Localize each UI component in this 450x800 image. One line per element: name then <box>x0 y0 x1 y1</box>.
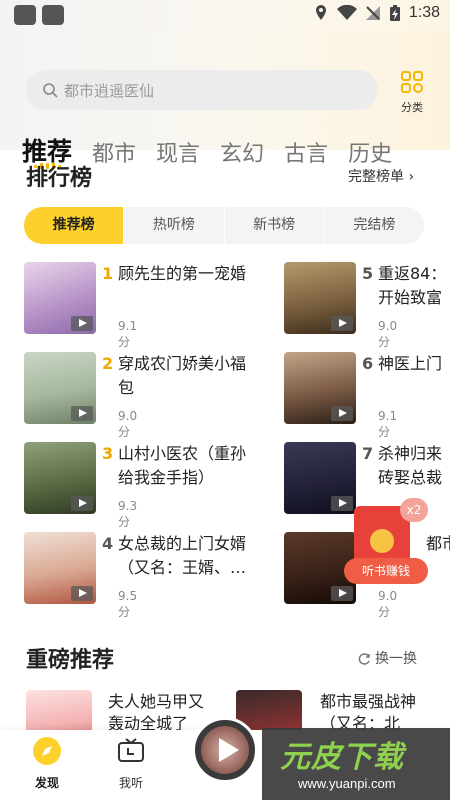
play-icon <box>331 406 353 421</box>
book-title: 女总裁的上门女婿 <box>118 534 247 553</box>
play-icon <box>71 316 93 331</box>
watermark-url: www.yuanpi.com <box>298 776 396 791</box>
book-score: 9.0分 <box>378 589 398 619</box>
nav-discover[interactable]: 发现 <box>22 736 72 791</box>
play-icon <box>71 406 93 421</box>
header: 都市逍遥医仙 分类 推荐 都市 现言 玄幻 古言 历史 <box>0 32 450 169</box>
book-cover <box>24 442 96 514</box>
book-title-line2: （又名：王婿、… <box>118 558 247 577</box>
no-signal-icon <box>365 6 380 20</box>
compass-icon <box>33 737 61 765</box>
book-title: 重返84： <box>378 264 447 283</box>
full-ranking-link[interactable]: 完整榜单 › <box>348 166 414 186</box>
book-title-line2: 砖娶总裁 <box>378 468 443 487</box>
refresh-label: 换一换 <box>375 651 417 667</box>
nav-discover-label: 发现 <box>34 776 59 790</box>
rank-number: 1 <box>102 264 114 283</box>
book-score: 9.0分 <box>118 409 138 439</box>
nav-my-listen[interactable]: 我听 <box>106 736 156 791</box>
book-title-line2: 给我金手指） <box>118 468 215 487</box>
play-icon <box>71 496 93 511</box>
notification-icon <box>42 5 64 25</box>
location-icon <box>315 5 326 20</box>
featured-title: 重磅推荐 <box>26 648 115 673</box>
refresh-button[interactable]: 换一换 <box>358 648 417 668</box>
play-icon <box>71 586 93 601</box>
category-label: 分类 <box>401 101 423 114</box>
rank-number: 4 <box>102 534 114 553</box>
watermark: 元皮下载 www.yuanpi.com <box>262 728 450 800</box>
ranking-tabs: 推荐榜 热听榜 新书榜 完结榜 <box>24 207 424 244</box>
book-title-line2: 开始致富 <box>378 288 443 307</box>
book-cover <box>284 262 356 334</box>
search-bar[interactable]: 都市逍遥医仙 <box>26 70 378 110</box>
book-title: 山村小医农（重孙 <box>118 444 247 463</box>
status-bar: 1:38 <box>0 0 450 32</box>
book-score: 9.1分 <box>118 319 138 349</box>
rank-number: 7 <box>362 444 374 463</box>
multiplier-badge: x2 <box>400 498 428 522</box>
ranking-title: 排行榜 <box>26 166 93 191</box>
mini-player[interactable] <box>192 717 258 783</box>
nav-my-listen-label: 我听 <box>118 776 143 790</box>
red-packet-float[interactable]: x2 听书赚钱 <box>340 498 432 588</box>
watermark-brand: 元皮下载 <box>280 740 404 775</box>
tv-icon <box>118 738 144 762</box>
tab-romance[interactable]: 现言 <box>156 136 200 168</box>
book-title: 都市最强战神 <box>320 692 417 711</box>
book-score: 9.3分 <box>118 499 138 529</box>
wifi-icon <box>336 5 357 20</box>
tab-fantasy[interactable]: 玄幻 <box>220 136 264 168</box>
tab-new-rank[interactable]: 新书榜 <box>225 207 325 244</box>
rank-number: 5 <box>362 264 374 283</box>
book-cover <box>24 352 96 424</box>
tab-urban[interactable]: 都市 <box>92 136 136 168</box>
earn-label: 听书赚钱 <box>344 558 428 584</box>
book-title-line2: 包 <box>118 378 135 397</box>
rank-number: 6 <box>362 354 374 373</box>
tab-recommend-rank[interactable]: 推荐榜 <box>24 207 125 244</box>
search-input[interactable]: 都市逍遥医仙 <box>64 80 154 101</box>
rank-number: 3 <box>102 444 114 463</box>
status-time: 1:38 <box>408 4 440 21</box>
rank-number: 2 <box>102 354 114 373</box>
tab-complete-rank[interactable]: 完结榜 <box>325 207 424 244</box>
book-cover <box>24 532 96 604</box>
book-score: 9.1分 <box>378 409 398 439</box>
tab-history[interactable]: 历史 <box>348 136 392 168</box>
category-button[interactable]: 分类 <box>394 70 430 115</box>
play-icon <box>219 738 239 762</box>
battery-icon <box>389 5 400 21</box>
tab-ancient[interactable]: 古言 <box>284 136 328 168</box>
tab-hot-rank[interactable]: 热听榜 <box>124 207 225 244</box>
book-title: 顾先生的第一宠婚 <box>118 264 247 283</box>
book-title: 夫人她马甲又 <box>108 692 205 711</box>
book-title: 杀神归来 <box>378 444 443 463</box>
book-score: 9.5分 <box>118 589 138 619</box>
book-score: 9.0分 <box>378 319 398 349</box>
coin-icon <box>370 529 394 553</box>
play-icon <box>331 586 353 601</box>
book-cover <box>24 262 96 334</box>
notification-icon <box>14 5 36 25</box>
grid-icon <box>401 71 423 93</box>
search-icon <box>43 83 58 98</box>
book-cover <box>284 352 356 424</box>
book-title: 穿成农门娇美小福 <box>118 354 247 373</box>
refresh-icon <box>358 652 370 665</box>
book-title: 神医上门 <box>378 354 443 373</box>
play-icon <box>331 316 353 331</box>
